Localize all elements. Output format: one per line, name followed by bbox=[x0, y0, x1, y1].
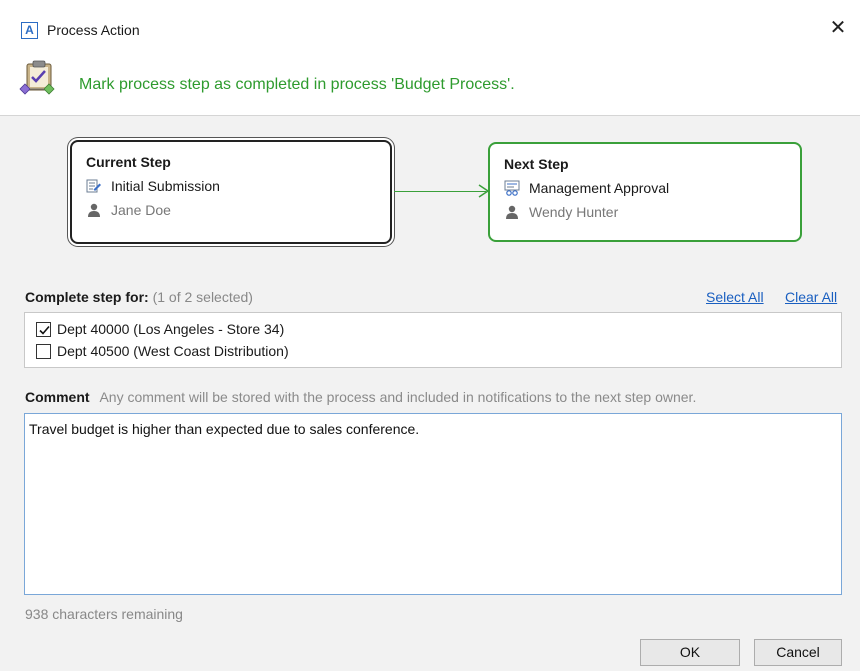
list-item[interactable]: Dept 40000 (Los Angeles - Store 34) bbox=[36, 321, 284, 337]
characters-remaining: 938 characters remaining bbox=[25, 606, 183, 622]
approval-icon bbox=[504, 180, 520, 196]
department-list: Dept 40000 (Los Angeles - Store 34) Dept… bbox=[24, 312, 842, 368]
next-step-card: Next Step Management Approval Wendy Hunt… bbox=[488, 142, 802, 242]
select-all-link[interactable]: Select All bbox=[706, 289, 764, 305]
next-step-name: Management Approval bbox=[529, 180, 670, 196]
comment-label: Comment bbox=[25, 389, 90, 405]
next-owner-row: Wendy Hunter bbox=[504, 204, 786, 220]
current-step-card: Current Step Initial Submission Jane Doe bbox=[70, 140, 392, 244]
dept-checkbox-unchecked[interactable] bbox=[36, 343, 51, 359]
selection-status: (1 of 2 selected) bbox=[152, 289, 253, 305]
header-message: Mark process step as completed in proces… bbox=[79, 76, 515, 93]
current-owner-row: Jane Doe bbox=[86, 202, 376, 218]
complete-step-label-row: Complete step for: (1 of 2 selected) bbox=[25, 289, 253, 305]
user-icon bbox=[506, 205, 518, 219]
user-icon bbox=[88, 203, 100, 217]
window-title: Process Action bbox=[47, 22, 140, 38]
next-step-row: Management Approval bbox=[504, 180, 786, 196]
next-step-owner: Wendy Hunter bbox=[529, 204, 619, 220]
checkmark-icon bbox=[39, 325, 50, 335]
next-step-title: Next Step bbox=[504, 156, 569, 172]
process-clipboard-icon bbox=[19, 60, 55, 95]
dept-label: Dept 40500 (West Coast Distribution) bbox=[57, 343, 289, 359]
comment-label-row: Comment Any comment will be stored with … bbox=[25, 389, 696, 405]
ok-button[interactable]: OK bbox=[640, 639, 740, 666]
comment-hint: Any comment will be stored with the proc… bbox=[99, 389, 697, 405]
form-edit-icon bbox=[86, 179, 101, 193]
current-step-title: Current Step bbox=[86, 154, 171, 170]
current-step-owner: Jane Doe bbox=[111, 202, 171, 218]
clear-all-link[interactable]: Clear All bbox=[785, 289, 837, 305]
close-button[interactable]: ✕ bbox=[824, 14, 852, 42]
cancel-button[interactable]: Cancel bbox=[754, 639, 842, 666]
current-step-name: Initial Submission bbox=[111, 178, 220, 194]
step-arrow-line bbox=[394, 191, 486, 192]
current-step-row: Initial Submission bbox=[86, 178, 376, 194]
complete-step-label: Complete step for: bbox=[25, 289, 149, 305]
dept-checkbox-checked[interactable] bbox=[36, 321, 51, 337]
comment-textarea[interactable]: Travel budget is higher than expected du… bbox=[24, 413, 842, 595]
list-item[interactable]: Dept 40500 (West Coast Distribution) bbox=[36, 343, 289, 359]
title-bar: A Process Action ✕ bbox=[0, 0, 860, 54]
dept-label: Dept 40000 (Los Angeles - Store 34) bbox=[57, 321, 285, 337]
app-icon: A bbox=[21, 22, 38, 39]
